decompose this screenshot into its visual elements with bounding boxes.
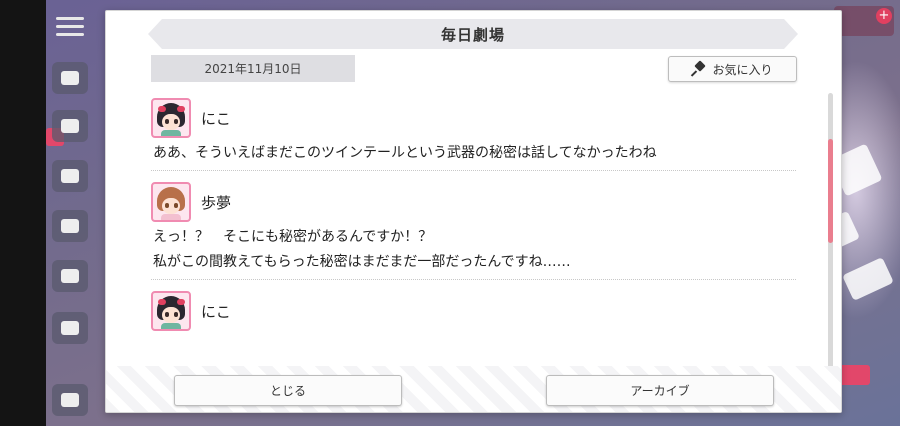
favorite-button[interactable]: お気に入り [668,56,797,82]
side-trophy-button[interactable] [52,260,88,292]
date-label: 2021年11月10日 [151,55,355,82]
side-screen-button[interactable] [52,210,88,242]
side-gift-button[interactable] [52,160,88,192]
avatar-body [161,130,181,136]
daily-theater-dialog: 毎日劇場 2021年11月10日 お気に入り にこ ああ、そういえばまだこのツイ… [105,10,842,413]
message-item: にこ ああ、そういえばまだこのツインテールという武器の秘密は話してなかったわね [151,95,796,171]
menu-icon-bar [56,33,84,36]
present-icon [61,119,79,133]
speaker-row: にこ [151,288,796,334]
scrollbar-thumb[interactable] [828,139,833,243]
avatar-bow [158,299,166,305]
message-text: 私がこの間教えてもらった秘密はまだまだ一部だったんですね…… [153,254,571,270]
avatar-bow [177,299,185,305]
speaker-row: 歩夢 [151,179,796,225]
ayumu-avatar-icon [151,182,191,222]
avatar-eye [165,203,169,208]
message-item: 歩夢 えっ！？ そこにも秘密があるんですか！？ 私がこの間教えてもらった秘密はま… [151,179,796,280]
chat-icon [61,71,79,85]
niko-avatar-icon [151,98,191,138]
profile-icon [61,393,79,407]
side-profile-button[interactable] [52,384,88,416]
speaker-name: にこ [201,109,231,128]
message-text: えっ！？ そこにも秘密があるんですか！？ [153,229,433,245]
device-bezel [0,0,46,426]
avatar-eye [174,119,178,124]
message-scrollbar[interactable] [828,93,833,369]
trophy-icon [61,269,79,283]
menu-icon-bar [56,25,84,28]
message-text: ああ、そういえばまだこのツインテールという武器の秘密は話してなかったわね [153,145,657,161]
close-button[interactable]: とじる [174,375,402,406]
side-present-button[interactable] [52,110,88,142]
dialog-title: 毎日劇場 [148,19,798,49]
close-button-label: とじる [269,384,306,398]
avatar-bow [158,106,166,112]
speaker-row: にこ [151,95,796,141]
favorite-button-label: お気に入り [712,62,773,77]
message-list[interactable]: にこ ああ、そういえばまだこのツインテールという武器の秘密は話してなかったわね … [151,95,796,365]
screen-icon [61,219,79,233]
speaker-name: にこ [201,302,231,321]
message-divider [151,170,796,171]
gift-icon [61,169,79,183]
archive-button-label: アーカイブ [630,384,690,398]
avatar-bow [177,106,185,112]
side-chat-button[interactable] [52,62,88,94]
menu-button[interactable] [52,12,88,42]
pin-icon [692,62,706,76]
message-divider [151,279,796,280]
avatar-eye [165,119,169,124]
avatar-eye [165,312,169,317]
side-fullscreen-button[interactable] [52,312,88,344]
message-item: にこ [151,288,796,334]
fullscreen-icon [61,321,79,335]
archive-button[interactable]: アーカイブ [546,375,774,406]
currency-chip: + [834,6,894,36]
avatar-eye [174,312,178,317]
menu-icon-bar [56,17,84,20]
avatar-eye [174,203,178,208]
niko-avatar-icon [151,291,191,331]
add-currency-icon[interactable]: + [876,8,892,24]
speaker-name: 歩夢 [201,193,232,212]
avatar-body [161,214,181,220]
avatar-body [161,323,181,329]
